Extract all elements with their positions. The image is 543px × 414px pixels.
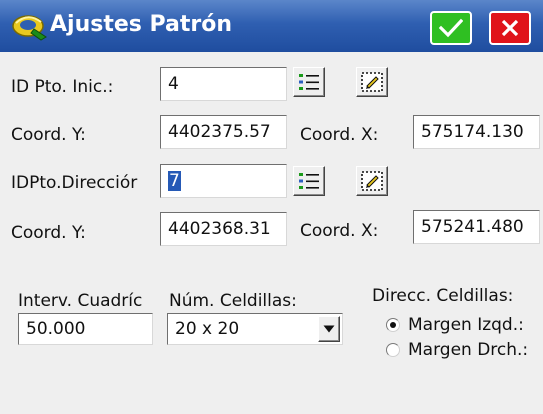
direction-point-coord-y-input[interactable]: 4402368.31 xyxy=(160,212,287,246)
grid-interval-label: Interv. Cuadríc xyxy=(18,291,143,311)
direction-point-list-button[interactable] xyxy=(293,166,325,196)
radio-selected-dot xyxy=(390,322,396,328)
start-point-coord-y-label: Coord. Y: xyxy=(11,125,86,145)
direction-point-id-input[interactable]: 7 xyxy=(160,164,287,198)
title-bar: Ajustes Patrón xyxy=(0,0,543,52)
margin-left-label[interactable]: Margen Izqd.: xyxy=(408,314,524,336)
direction-point-coord-x-input[interactable]: 575241.480 xyxy=(413,210,540,244)
start-point-id-input[interactable]: 4 xyxy=(160,67,287,101)
start-point-coord-x-label: Coord. X: xyxy=(300,125,379,145)
start-point-id-label: ID Pto. Inic.: xyxy=(11,77,114,97)
grid-cells-select[interactable]: 20 x 20 xyxy=(167,313,343,345)
settings-window: Ajustes Patrón ID Pto. Inic.: 4 Coord. Y… xyxy=(0,0,543,414)
grid-direction-label: Direcc. Celdillas: xyxy=(372,286,514,306)
start-point-coord-x-input[interactable]: 575174.130 xyxy=(413,115,540,149)
start-point-list-button[interactable] xyxy=(293,67,325,97)
gold-ring-icon xyxy=(10,9,50,43)
window-title: Ajustes Patrón xyxy=(50,12,233,37)
direction-point-coord-y-label: Coord. Y: xyxy=(11,223,86,243)
selected-text: 7 xyxy=(168,171,181,191)
direction-point-map-button[interactable] xyxy=(356,166,388,196)
direction-point-coord-x-label: Coord. X: xyxy=(300,221,379,241)
grid-cells-dropdown-button[interactable] xyxy=(318,316,340,342)
ok-button[interactable] xyxy=(430,11,472,45)
start-point-map-button[interactable] xyxy=(356,67,388,97)
direction-point-id-label: IDPto.Direcciór xyxy=(11,173,138,193)
cancel-button[interactable] xyxy=(489,11,531,45)
margin-right-radio[interactable] xyxy=(386,343,400,357)
margin-right-label[interactable]: Margen Drch.: xyxy=(408,339,528,361)
grid-interval-input[interactable]: 50.000 xyxy=(18,313,153,345)
margin-left-radio[interactable] xyxy=(386,318,400,332)
start-point-coord-y-input[interactable]: 4402375.57 xyxy=(160,115,287,149)
grid-cells-label: Núm. Celdillas: xyxy=(169,291,297,311)
grid-cells-value: 20 x 20 xyxy=(175,319,240,339)
